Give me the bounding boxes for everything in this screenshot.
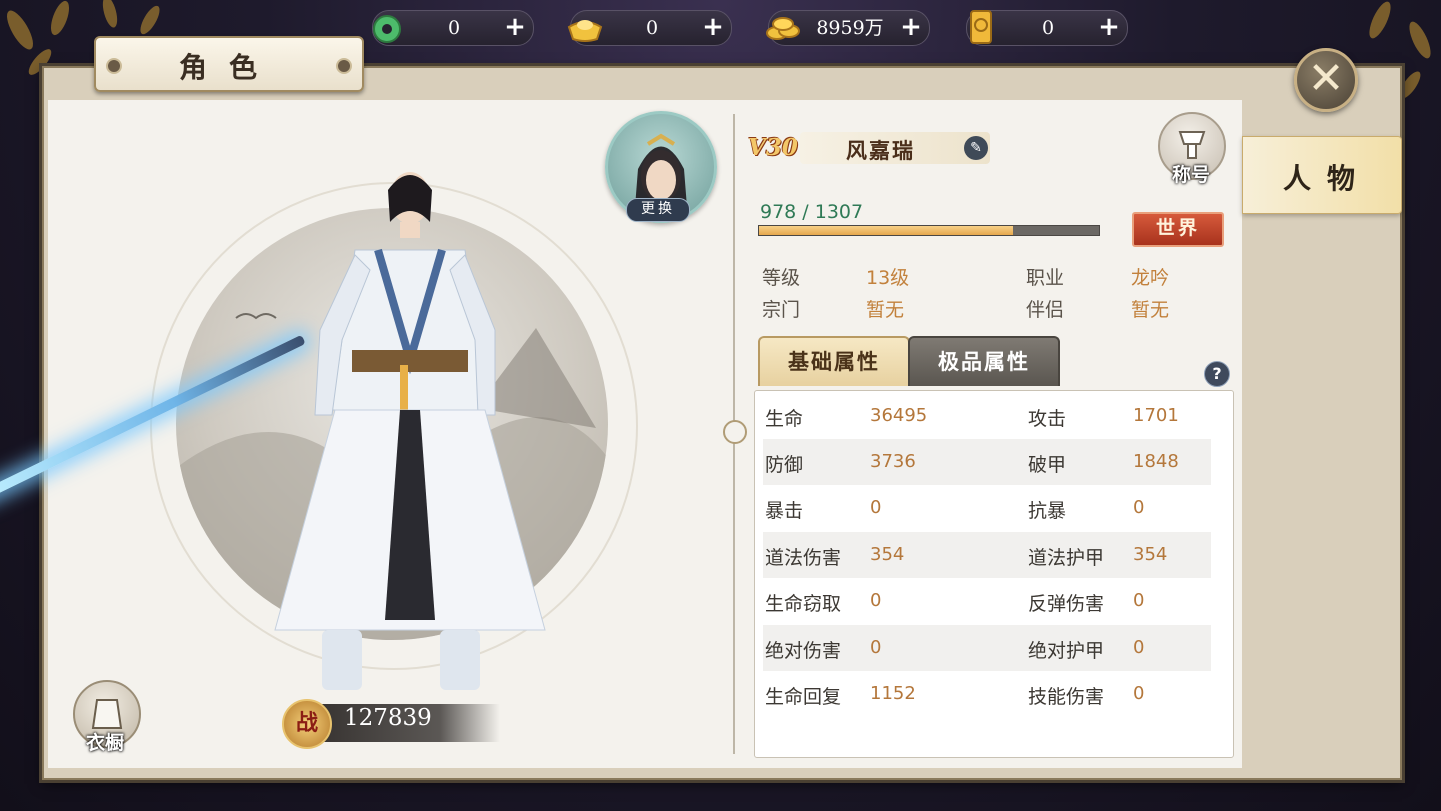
stats-table: 生命 36495 攻击 1701 防御 3736 破甲 1848 暴击 0 抗暴… xyxy=(754,390,1234,758)
table-row: 绝对伤害 0 绝对护甲 0 xyxy=(763,625,1211,671)
wardrobe-label: 衣橱 xyxy=(85,732,124,754)
currency-ingot-value: 0 xyxy=(645,17,659,39)
stat-label: 道法护甲 xyxy=(1028,547,1105,569)
class-value: 龙吟 xyxy=(1131,267,1170,289)
panel-title: 角色 xyxy=(178,51,279,84)
stat-label: 生命 xyxy=(765,408,804,430)
stat-value: 1152 xyxy=(870,683,916,704)
title-ornament-right xyxy=(336,58,352,74)
stat-label: 绝对伤害 xyxy=(765,640,842,662)
stat-value: 36495 xyxy=(870,405,928,426)
stat-label: 道法伤害 xyxy=(765,547,842,569)
table-row: 生命 36495 攻击 1701 xyxy=(763,393,1211,439)
currency-jade: 0 + xyxy=(372,10,534,46)
stat-value: 0 xyxy=(1133,637,1145,658)
exp-text: 978 / 1307 xyxy=(760,201,864,223)
stat-label: 防御 xyxy=(765,454,804,476)
divider-ornament xyxy=(723,420,747,444)
combat-power-value: 127839 xyxy=(344,705,432,731)
stat-label: 反弹伤害 xyxy=(1028,593,1105,615)
stat-value: 0 xyxy=(1133,497,1145,518)
table-row: 暴击 0 抗暴 0 xyxy=(763,485,1211,531)
stat-value: 0 xyxy=(1133,683,1145,704)
stat-value: 0 xyxy=(870,637,882,658)
title-button-label: 称号 xyxy=(1171,164,1210,186)
stat-label: 攻击 xyxy=(1028,408,1067,430)
add-scroll-button[interactable]: + xyxy=(1097,14,1121,40)
name-plate: 风嘉瑞 xyxy=(800,132,990,164)
stat-label: 抗暴 xyxy=(1028,500,1067,522)
tab-character[interactable]: 人物 xyxy=(1242,136,1402,214)
stat-value: 0 xyxy=(870,497,882,518)
currency-ingot: 0 + xyxy=(567,10,732,46)
change-avatar-button[interactable]: 更换 xyxy=(626,198,690,222)
add-coins-button[interactable]: + xyxy=(899,14,923,40)
table-row: 生命窃取 0 反弹伤害 0 xyxy=(763,578,1211,624)
stat-value: 0 xyxy=(870,590,882,611)
jade-token-icon xyxy=(373,15,401,43)
partner-value: 暂无 xyxy=(1131,299,1170,321)
currency-jade-value: 0 xyxy=(447,17,461,39)
panel-title-tab: 角色 xyxy=(94,36,364,92)
stat-label: 技能伤害 xyxy=(1028,686,1105,708)
table-row: 生命回复 1152 技能伤害 0 xyxy=(763,671,1211,717)
exp-bar xyxy=(758,225,1100,236)
table-row: 道法伤害 354 道法护甲 354 xyxy=(763,532,1211,578)
brush-icon: ✎ xyxy=(970,140,982,156)
stat-label: 生命窃取 xyxy=(765,593,842,615)
exp-bar-fill xyxy=(759,226,1014,235)
vip-badge: V30 xyxy=(748,134,798,161)
gold-coins-icon xyxy=(766,17,800,40)
sect-value: 暂无 xyxy=(866,299,905,321)
scroll-token-icon xyxy=(970,10,992,44)
stat-label: 绝对护甲 xyxy=(1028,640,1105,662)
gold-ingot-icon xyxy=(567,20,603,42)
stat-value: 0 xyxy=(1133,590,1145,611)
table-row: 防御 3736 破甲 1848 xyxy=(763,439,1211,485)
tab-character-label: 人物 xyxy=(1283,162,1372,195)
rename-button[interactable]: ✎ xyxy=(964,136,988,160)
help-icon[interactable]: ? xyxy=(1204,361,1230,387)
stat-label: 暴击 xyxy=(765,500,804,522)
stat-value: 3736 xyxy=(870,451,916,472)
character-name: 风嘉瑞 xyxy=(846,138,915,163)
add-jade-button[interactable]: + xyxy=(503,14,527,40)
power-badge: 战 xyxy=(282,699,332,749)
character-figure xyxy=(274,172,546,690)
stat-value: 354 xyxy=(1133,544,1168,565)
tab-basic-attributes[interactable]: 基础属性 xyxy=(758,336,910,386)
stat-value: 354 xyxy=(870,544,905,565)
level-label: 等级 xyxy=(762,267,801,289)
currency-coins-value: 8959万 xyxy=(816,17,884,39)
world-button[interactable]: 世界 xyxy=(1132,212,1224,247)
stat-label: 破甲 xyxy=(1028,454,1067,476)
currency-scroll-value: 0 xyxy=(1041,17,1055,39)
close-icon: ✕ xyxy=(1307,53,1345,104)
currency-coins: 8959万 + xyxy=(766,10,930,46)
class-label: 职业 xyxy=(1026,267,1065,289)
sect-label: 宗门 xyxy=(762,299,801,321)
stat-value: 1848 xyxy=(1133,451,1179,472)
partner-label: 伴侣 xyxy=(1026,299,1065,321)
close-button[interactable]: ✕ xyxy=(1294,48,1358,112)
currency-scroll: 0 + xyxy=(966,10,1128,46)
stat-label: 生命回复 xyxy=(765,686,842,708)
stat-value: 1701 xyxy=(1133,405,1179,426)
tab-premium-attributes[interactable]: 极品属性 xyxy=(908,336,1060,386)
level-value: 13级 xyxy=(866,267,910,289)
add-ingot-button[interactable]: + xyxy=(701,14,725,40)
